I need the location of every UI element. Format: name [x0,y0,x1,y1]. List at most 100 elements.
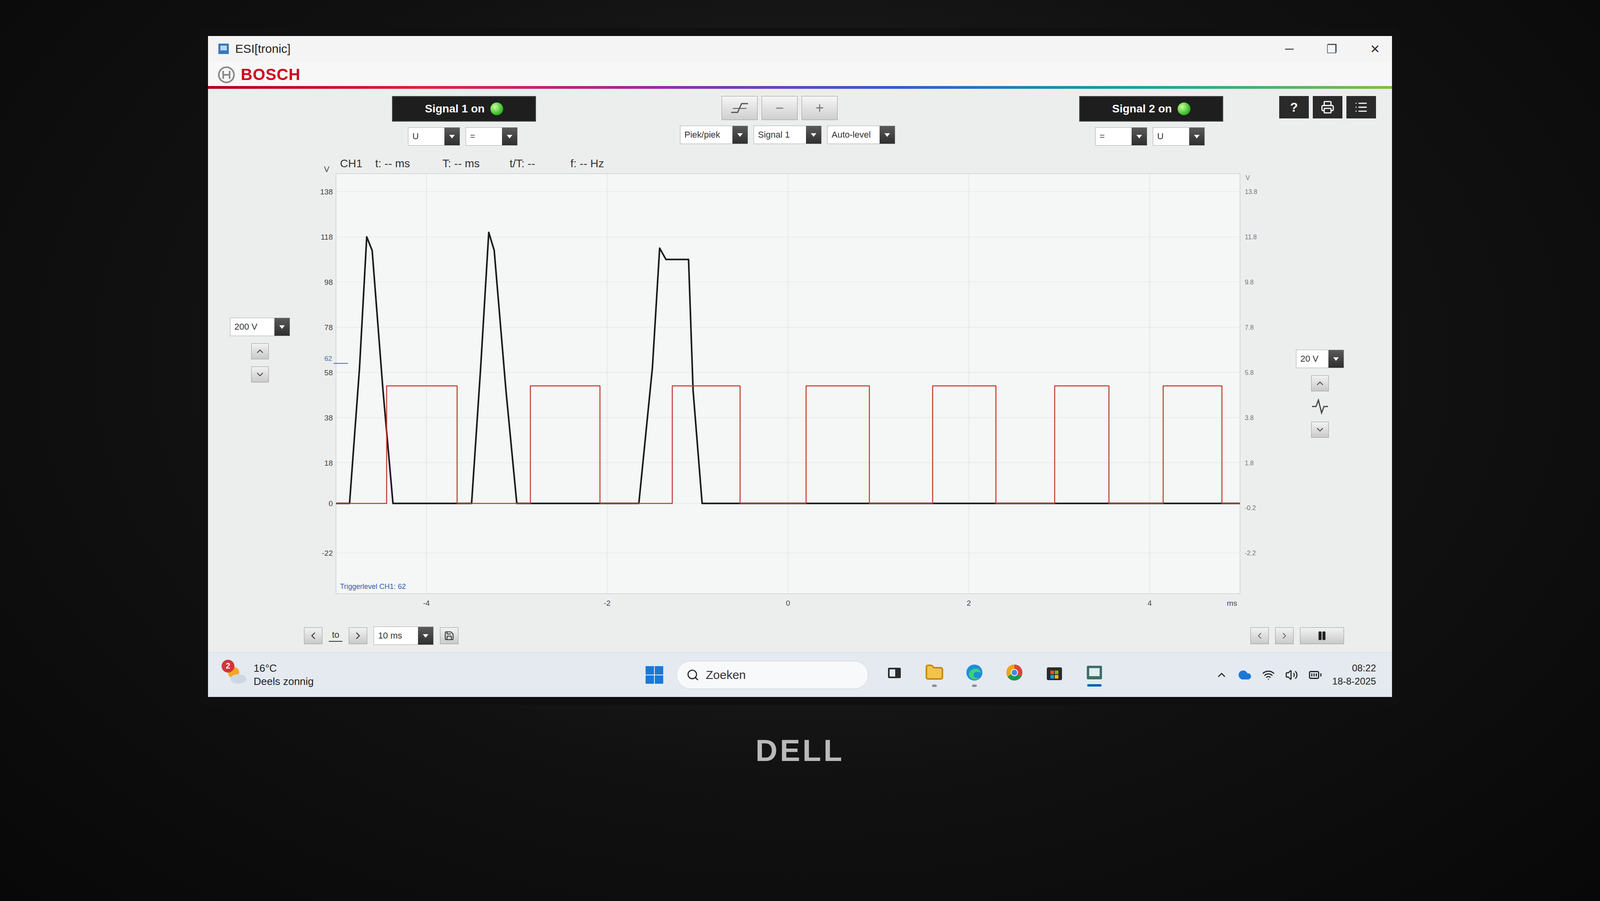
printer-icon [1320,100,1335,114]
onedrive-icon[interactable] [1238,668,1252,682]
x-unit: ms [1226,598,1237,608]
x-tick: -4 [423,598,430,608]
help-button[interactable]: ? [1279,96,1309,119]
svg-text:62: 62 [324,354,332,363]
caret-icon [506,134,513,139]
signal-1-panel: Signal 1 on U = [392,96,536,146]
weather-widget[interactable]: 216°CDeels zonnig [224,661,314,688]
chevron-up-icon[interactable] [1215,668,1228,681]
trigger-marker[interactable]: 62 [324,354,348,364]
chart-info: CH1 [340,157,363,170]
signal-1-select[interactable]: U [408,127,460,146]
caret-icon [884,132,891,138]
laptop-bezel: ESI[tronic]─❐✕BOSCHSignal 1 onU=−+Piek/p… [200,28,1400,705]
right-range-column: 20 V [1280,149,1360,622]
signal-2-select[interactable]: U [1152,127,1205,146]
right-tick: -2.2 [1244,549,1256,557]
chart-box: VVCH1t: -- msT: -- mst/T: --f: -- Hz1381… [304,149,1280,622]
window-control-button[interactable]: ❐ [1324,42,1340,56]
signal-1-toggle[interactable]: Signal 1 on [392,96,536,122]
trigger-edge-icon [730,101,749,115]
x-tick: 4 [1147,598,1152,608]
caret-icon [422,633,429,638]
bosch-armature-icon [217,66,236,84]
previous-button[interactable] [1250,627,1269,644]
scale-up-button[interactable] [1311,375,1329,392]
wifi-icon[interactable] [1262,668,1275,682]
pause-button[interactable] [1300,627,1344,644]
status-dot [490,102,504,116]
left-tick: 18 [324,458,333,468]
volume-icon[interactable] [1285,668,1298,682]
photo-background: ESI[tronic]─❐✕BOSCHSignal 1 onU=−+Piek/p… [0,0,1600,901]
signal-1-select[interactable]: = [465,127,518,146]
t0-marker[interactable]: to [328,629,343,642]
clock[interactable]: 08:2218-8-2025 [1332,661,1376,688]
chevron-right-icon [352,630,364,642]
print-button[interactable] [1312,96,1343,119]
running-indicator [972,684,977,687]
x-tick: 2 [966,598,972,608]
left-tick: 78 [324,323,333,332]
taskbar-app[interactable] [960,662,989,687]
taskbar-app[interactable] [920,662,949,687]
zoom-button[interactable]: + [801,96,838,120]
chart-info: T: -- ms [442,157,480,170]
taskbar-app[interactable] [1040,663,1069,687]
chevron-left-icon [307,630,319,642]
left-range-select[interactable]: 200 V [230,317,290,336]
save-button[interactable] [440,627,459,644]
running-indicator [1087,684,1102,687]
oscilloscope-chart[interactable]: VVCH1t: -- msT: -- mst/T: --f: -- Hz1381… [304,149,1280,622]
shift-left-button[interactable] [304,627,323,644]
chevron-down-icon [254,369,266,380]
caret-icon [278,324,286,330]
trigger-edge-button[interactable] [721,96,758,120]
battery-icon[interactable] [1308,668,1322,682]
file-explorer-icon [924,662,944,682]
running-indicator [932,684,937,687]
scale-down-button[interactable] [1311,421,1329,438]
window-title: ESI[tronic] [235,42,291,56]
zoom-button[interactable]: − [761,96,798,120]
caret-icon [448,134,456,139]
scale-down-button[interactable] [251,366,269,383]
laptop-brand-logo: DELL [755,732,845,768]
taskbar-app[interactable] [1080,663,1109,687]
right-range-select[interactable]: 20 V [1296,349,1344,368]
window-control-button[interactable]: ✕ [1367,42,1383,56]
right-unit: V [1245,174,1250,182]
toolbar-select[interactable]: Auto-level [827,125,896,144]
next-button[interactable] [1275,627,1294,644]
scale-up-button[interactable] [251,343,269,360]
screen: ESI[tronic]─❐✕BOSCHSignal 1 onU=−+Piek/p… [208,36,1392,697]
left-tick: 58 [324,368,333,377]
toolbar-select[interactable]: Piek/piek [680,125,748,144]
pause-icon [1316,630,1328,641]
left-tick: 0 [328,499,333,508]
signal-trace [336,386,1240,504]
header-stripe [208,86,1392,89]
toolbar-select[interactable]: Signal 1 [753,125,822,144]
bosch-logo: BOSCH [240,65,301,84]
taskbar-app[interactable] [880,663,909,686]
signal-2-toggle[interactable]: Signal 2 on [1079,96,1224,122]
trigger-level-label: Triggerlevel CH1: 62 [340,582,406,591]
shift-right-button[interactable] [348,627,368,644]
search-box[interactable]: Zoeken [676,660,869,689]
taskbar-app[interactable] [1000,662,1029,687]
esi-app-icon [1085,663,1104,682]
left-tick: 118 [320,232,333,242]
temperature: 16°C [253,661,314,675]
x-tick: -2 [604,598,611,608]
windows-start-icon[interactable] [644,664,665,685]
signal-2-select[interactable]: = [1095,127,1148,146]
right-tick: -0.2 [1244,504,1256,512]
menu-button[interactable] [1346,96,1376,119]
signal-trace [336,232,1240,504]
window-control-button[interactable]: ─ [1282,42,1296,56]
timebase-row: to 10 ms [208,621,1392,652]
notification-badge: 2 [221,659,235,673]
right-tick: 7.8 [1244,324,1254,331]
timebase-select[interactable]: 10 ms [373,626,434,645]
